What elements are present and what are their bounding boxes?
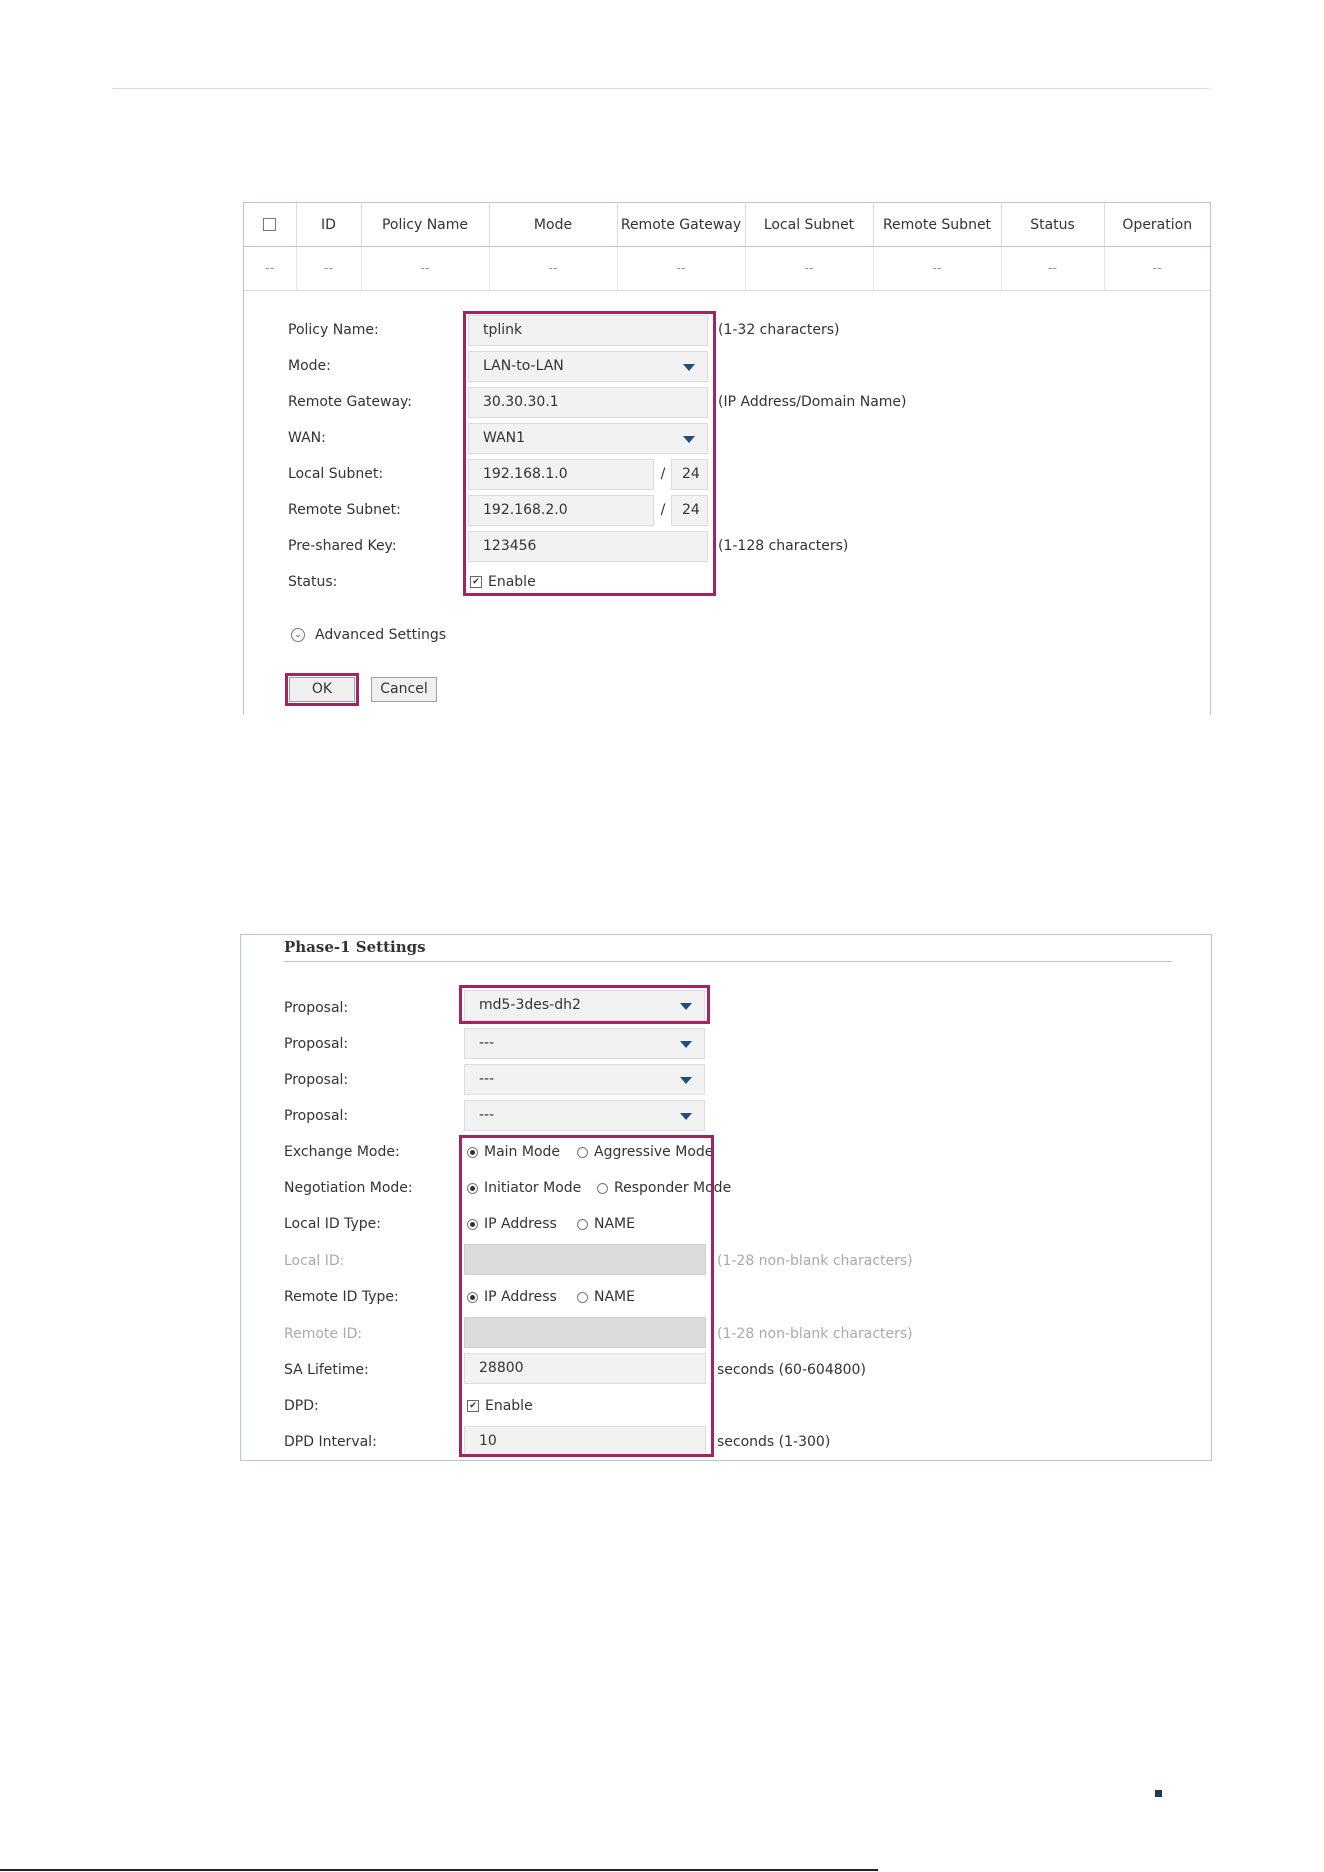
- column-header-operation[interactable]: Operation: [1104, 203, 1210, 247]
- proposal-value: ---: [479, 1071, 495, 1087]
- mode-label: Mode:: [288, 358, 331, 374]
- table-cell: --: [1001, 246, 1105, 291]
- column-header-policy-name[interactable]: Policy Name: [361, 203, 490, 247]
- wan-label: WAN:: [288, 430, 326, 446]
- column-header-local-subnet[interactable]: Local Subnet: [745, 203, 874, 247]
- local-id-hint: (1-28 non-blank characters): [717, 1253, 913, 1269]
- local-id-label: Local ID:: [284, 1253, 345, 1269]
- dpd-label: DPD:: [284, 1398, 319, 1414]
- dpd-interval-label: DPD Interval:: [284, 1434, 377, 1450]
- proposal-label: Proposal:: [284, 1108, 349, 1124]
- column-header-status[interactable]: Status: [1001, 203, 1105, 247]
- proposal-value: ---: [479, 1107, 495, 1123]
- table-header-row: ID Policy Name Mode Remote Gateway Local…: [244, 203, 1210, 247]
- table-cell: --: [296, 246, 362, 291]
- table-row: -- -- -- -- -- -- -- -- --: [244, 246, 1210, 291]
- sa-lifetime-hint: seconds (60-604800): [717, 1362, 866, 1378]
- phase1-settings-panel: [240, 934, 1212, 1461]
- select-all-checkbox[interactable]: [263, 218, 277, 231]
- column-header-remote-gateway[interactable]: Remote Gateway: [617, 203, 746, 247]
- table-cell: --: [873, 246, 1002, 291]
- table-cell: --: [489, 246, 618, 291]
- policy-name-hint: (1-32 characters): [718, 322, 840, 338]
- proposal-select-2[interactable]: ---: [464, 1028, 705, 1059]
- local-id-type-label: Local ID Type:: [284, 1216, 381, 1232]
- table-cell: --: [745, 246, 874, 291]
- proposal-value: ---: [479, 1035, 495, 1051]
- header-divider: [113, 88, 1209, 89]
- negotiation-mode-label: Negotiation Mode:: [284, 1180, 413, 1196]
- table-cell: --: [1104, 246, 1210, 291]
- phase1-options-highlight: [459, 1135, 714, 1457]
- proposal-label: Proposal:: [284, 1072, 349, 1088]
- local-subnet-label: Local Subnet:: [288, 466, 384, 482]
- chevron-down-icon: [680, 1077, 692, 1084]
- table-cell: --: [244, 246, 297, 291]
- remote-id-hint: (1-28 non-blank characters): [717, 1326, 913, 1342]
- ok-highlight: [285, 673, 359, 706]
- remote-gateway-hint: (IP Address/Domain Name): [718, 394, 907, 410]
- column-header-id[interactable]: ID: [296, 203, 362, 247]
- chevron-down-icon: [680, 1113, 692, 1120]
- chevron-down-circle-icon: ⌄: [291, 628, 305, 642]
- column-header-remote-subnet[interactable]: Remote Subnet: [873, 203, 1002, 247]
- proposal-highlight: [459, 985, 710, 1024]
- column-header-mode[interactable]: Mode: [489, 203, 618, 247]
- table-cell: --: [361, 246, 490, 291]
- proposal-select-3[interactable]: ---: [464, 1064, 705, 1095]
- section-divider: [284, 961, 1172, 962]
- proposal-label: Proposal:: [284, 1036, 349, 1052]
- phase1-title: Phase-1 Settings: [284, 938, 426, 956]
- form-highlight: [463, 311, 716, 596]
- psk-hint: (1-128 characters): [718, 538, 849, 554]
- remote-subnet-label: Remote Subnet:: [288, 502, 401, 518]
- remote-gateway-label: Remote Gateway:: [288, 394, 413, 410]
- footer-rule: [0, 1869, 878, 1871]
- psk-label: Pre-shared Key:: [288, 538, 397, 554]
- policy-table: ID Policy Name Mode Remote Gateway Local…: [244, 203, 1210, 291]
- dpd-interval-hint: seconds (1-300): [717, 1434, 831, 1450]
- select-all-cell: [244, 203, 297, 247]
- remote-id-type-label: Remote ID Type:: [284, 1289, 399, 1305]
- table-cell: --: [617, 246, 746, 291]
- status-label: Status:: [288, 574, 338, 590]
- chevron-down-icon: [680, 1041, 692, 1048]
- proposal-select-4[interactable]: ---: [464, 1100, 705, 1131]
- page-marker: [1155, 1790, 1162, 1797]
- remote-id-label: Remote ID:: [284, 1326, 363, 1342]
- policy-name-label: Policy Name:: [288, 322, 379, 338]
- cancel-button[interactable]: Cancel: [371, 677, 437, 702]
- proposal-label: Proposal:: [284, 1000, 349, 1016]
- exchange-mode-label: Exchange Mode:: [284, 1144, 400, 1160]
- sa-lifetime-label: SA Lifetime:: [284, 1362, 369, 1378]
- advanced-settings-toggle[interactable]: ⌄ Advanced Settings: [291, 627, 446, 643]
- advanced-settings-label: Advanced Settings: [315, 627, 447, 643]
